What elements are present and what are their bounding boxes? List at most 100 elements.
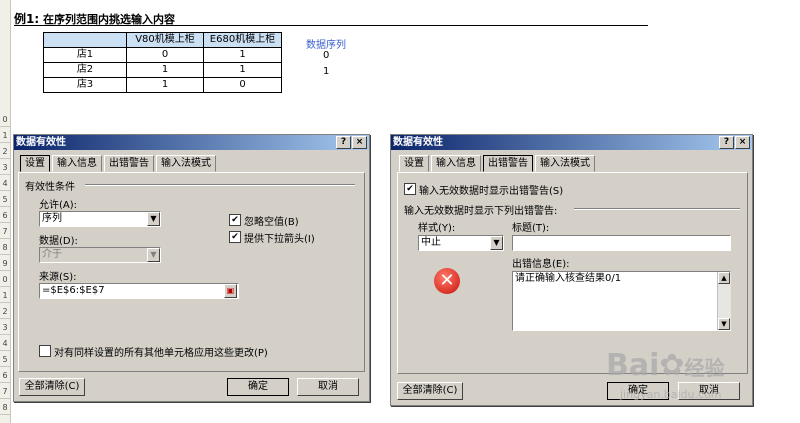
data-validation-dialog-settings: 数据有效性 ? × 设置 输入信息 出错警告 输入法模式 有效性条件 允许(A): 序… <box>13 134 370 402</box>
row-number[interactable]: 8 <box>0 241 10 255</box>
store-table: V80机模上柜 E680机模上柜 店1 0 1 店2 1 1 店3 1 0 <box>43 32 282 93</box>
scroll-down-icon[interactable]: ▼ <box>718 318 730 330</box>
row-number[interactable]: 2 <box>0 305 10 319</box>
table-cell[interactable]: 1 <box>203 47 282 63</box>
paw-icon: ✿ <box>659 348 685 383</box>
baidu-watermark: Bai✿经验 <box>606 348 725 383</box>
dialog-title: 数据有效性 <box>16 137 66 148</box>
error-stop-icon: ✕ <box>434 268 460 294</box>
ok-button[interactable]: 确定 <box>227 378 289 396</box>
message-scrollbar[interactable]: ▲ ▼ <box>717 272 731 330</box>
settings-panel: 有效性条件 允许(A): 序列 ▼ 数据(D): 介于 ▼ ✔ 忽略空值(B) … <box>18 172 365 372</box>
ignore-blank-label: 忽略空值(B) <box>244 217 299 228</box>
row-label[interactable]: 店1 <box>43 47 127 63</box>
group-label: 有效性条件 <box>25 182 75 193</box>
table-row: 店1 0 1 <box>43 47 282 63</box>
tab-settings[interactable]: 设置 <box>399 155 429 172</box>
dialog-titlebar[interactable]: 数据有效性 ? × <box>14 135 369 150</box>
style-label: 样式(Y): <box>418 223 456 234</box>
message-textarea[interactable]: 请正确输入核查结果0/1 <box>512 271 731 331</box>
row-number[interactable]: 5 <box>0 353 10 367</box>
table-cell[interactable]: 1 <box>126 62 204 78</box>
collapse-range-icon[interactable]: ▣ <box>224 284 237 298</box>
table-header-row: V80机模上柜 E680机模上柜 <box>43 32 282 48</box>
row-number[interactable]: 7 <box>0 225 10 239</box>
chevron-down-icon[interactable]: ▼ <box>490 236 503 250</box>
row-label[interactable]: 店3 <box>43 77 127 93</box>
sequence-value[interactable]: 1 <box>323 66 329 77</box>
help-button[interactable]: ? <box>336 136 351 149</box>
source-label: 来源(S): <box>39 272 77 283</box>
col-header[interactable]: V80机模上柜 <box>126 32 204 48</box>
apply-all-checkbox[interactable] <box>39 345 51 357</box>
row-number[interactable]: 0 <box>0 273 10 287</box>
dialog-title: 数据有效性 <box>393 137 443 148</box>
row-number[interactable]: 8 <box>0 401 10 415</box>
row-number[interactable]: 3 <box>0 161 10 175</box>
table-row: 店3 1 0 <box>43 77 282 93</box>
tab-ime-mode[interactable]: 输入法模式 <box>535 155 595 172</box>
data-select[interactable]: 介于 <box>39 247 161 263</box>
title-label: 标题(T): <box>512 223 550 234</box>
close-button[interactable]: × <box>735 136 750 149</box>
title-text: 在序列范围内挑选输入内容 <box>43 13 175 26</box>
title-input[interactable] <box>512 235 731 251</box>
source-input[interactable]: =$E$6:$E$7 <box>39 283 239 299</box>
row-number[interactable]: 1 <box>0 129 10 143</box>
row-number[interactable]: 4 <box>0 177 10 191</box>
tab-settings[interactable]: 设置 <box>20 155 50 172</box>
data-label: 数据(D): <box>39 236 78 247</box>
dropdown-arrow-checkbox[interactable]: ✔ <box>229 231 241 243</box>
tab-bar: 设置 输入信息 出错警告 输入法模式 <box>20 155 218 173</box>
watermark-brand2: 经验 <box>684 356 725 380</box>
title-prefix: 例1: <box>14 12 40 26</box>
sequence-value[interactable]: 0 <box>323 50 329 61</box>
dialog-titlebar[interactable]: 数据有效性 ? × <box>391 135 752 150</box>
sheet-title: 例1: 在序列范围内挑选输入内容 <box>14 10 648 26</box>
chevron-down-icon[interactable]: ▼ <box>147 212 160 226</box>
cancel-button[interactable]: 取消 <box>297 378 359 396</box>
row-number[interactable]: 0 <box>0 113 10 127</box>
row-number[interactable]: 2 <box>0 145 10 159</box>
group-divider <box>574 208 740 210</box>
apply-all-label: 对有同样设置的所有其他单元格应用这些更改(P) <box>54 348 268 359</box>
tab-ime-mode[interactable]: 输入法模式 <box>156 155 216 172</box>
show-alert-checkbox[interactable]: ✔ <box>404 183 416 195</box>
dropdown-arrow-label: 提供下拉箭头(I) <box>244 234 315 245</box>
tab-input-message[interactable]: 输入信息 <box>431 155 481 172</box>
col-header[interactable]: E680机模上柜 <box>203 32 282 48</box>
table-corner <box>43 32 127 48</box>
row-number[interactable]: 3 <box>0 321 10 335</box>
table-cell[interactable]: 1 <box>126 77 204 93</box>
row-number[interactable]: 9 <box>0 257 10 271</box>
error-alert-panel: ✔ 输入无效数据时显示出错警告(S) 输入无效数据时显示下列出错警告: 样式(Y… <box>397 172 748 374</box>
tab-input-message[interactable]: 输入信息 <box>52 155 102 172</box>
row-number[interactable]: 4 <box>0 337 10 351</box>
row-number[interactable]: 7 <box>0 385 10 399</box>
scroll-up-icon[interactable]: ▲ <box>718 272 730 284</box>
close-button[interactable]: × <box>352 136 367 149</box>
table-cell[interactable]: 1 <box>203 62 282 78</box>
clear-all-button[interactable]: 全部清除(C) <box>397 382 463 400</box>
tab-error-alert[interactable]: 出错警告 <box>104 155 154 172</box>
table-cell[interactable]: 0 <box>203 77 282 93</box>
allow-select[interactable]: 序列 <box>39 211 161 227</box>
row-number[interactable]: 6 <box>0 209 10 223</box>
clear-all-button[interactable]: 全部清除(C) <box>19 378 85 396</box>
row-number[interactable]: 1 <box>0 289 10 303</box>
sequence-header[interactable]: 数据序列 <box>306 36 346 51</box>
row-label[interactable]: 店2 <box>43 62 127 78</box>
group-label: 输入无效数据时显示下列出错警告: <box>404 206 558 217</box>
table-cell[interactable]: 0 <box>126 47 204 63</box>
show-alert-label: 输入无效数据时显示出错警告(S) <box>419 186 564 197</box>
help-button[interactable]: ? <box>719 136 734 149</box>
table-row: 店2 1 1 <box>43 62 282 78</box>
ignore-blank-checkbox[interactable]: ✔ <box>229 214 241 226</box>
group-divider <box>85 184 355 186</box>
row-number[interactable]: 6 <box>0 369 10 383</box>
chevron-down-icon[interactable]: ▼ <box>147 248 160 262</box>
row-number[interactable]: 5 <box>0 193 10 207</box>
watermark-brand: Bai <box>606 348 660 383</box>
tab-error-alert[interactable]: 出错警告 <box>483 155 533 172</box>
row-header-strip: 0 1 2 3 4 5 6 7 8 9 0 1 2 3 4 5 6 7 8 <box>0 0 11 423</box>
